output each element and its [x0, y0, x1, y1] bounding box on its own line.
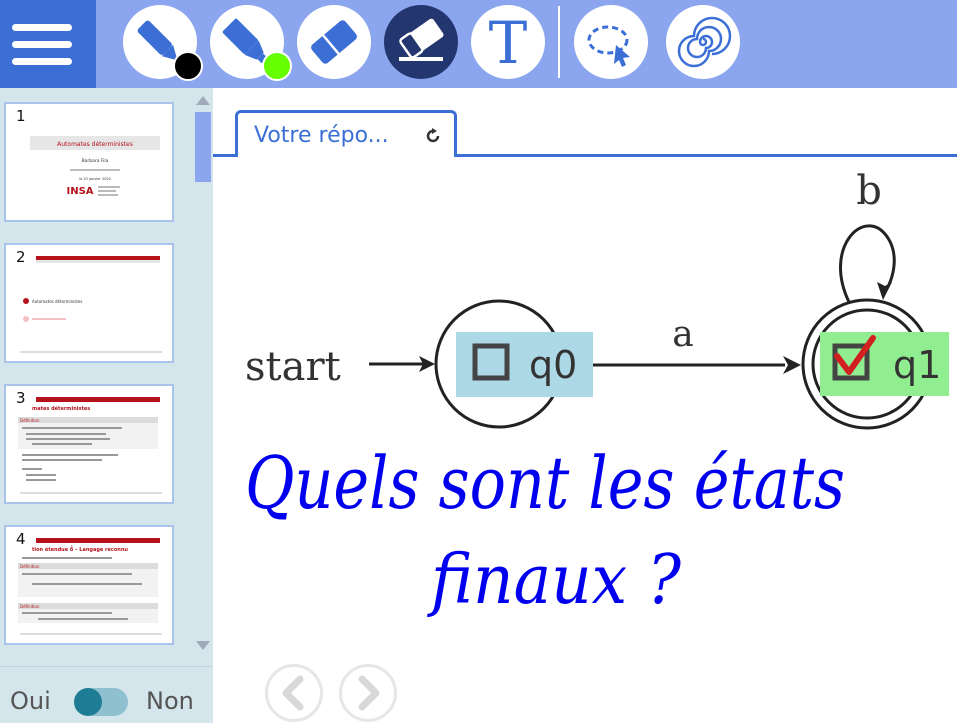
slide-preview-3: mates déterministes Définition — [18, 397, 162, 494]
slide-1-title: Automates déterministes — [57, 141, 133, 148]
menu-button[interactable] — [0, 0, 96, 88]
slide-sidebar: 1 Automates déterministes Barbara Fila l… — [0, 88, 213, 723]
toolbar: T — [0, 0, 957, 88]
slide-preview-1: Automates déterministes Barbara Fila le … — [30, 136, 160, 197]
main-panel: start q0 a q1 b Quels sont les états fin… — [213, 88, 957, 723]
text-tool-letter: T — [489, 9, 528, 77]
handwritten-question-line-2: finaux ? — [426, 541, 681, 620]
pen-color-swatch — [173, 51, 203, 81]
toggle-knob[interactable] — [74, 688, 102, 716]
pen-tool-button[interactable] — [123, 5, 203, 81]
previous-button[interactable] — [265, 664, 323, 722]
slide-4-heading-2: Définition — [20, 604, 40, 609]
highlighter-tool-button[interactable] — [210, 5, 292, 81]
chevron-left-icon — [282, 675, 304, 711]
slide-1-date: le 20 janvier 2020 — [79, 177, 111, 181]
eraser-icon — [399, 18, 444, 61]
transition-b-label: b — [856, 168, 882, 214]
eraser-tool-button[interactable] — [384, 5, 458, 79]
toolbar-separator — [558, 6, 560, 78]
slide-thumbnail-4[interactable]: 4 tion étendue δ̂ – Langage reconnu Défi… — [4, 525, 174, 645]
slide-preview-2: Automates déterministes — [20, 256, 162, 353]
scroll-up-icon[interactable] — [195, 94, 211, 106]
eraser-block-tool-button[interactable] — [297, 5, 371, 79]
refresh-icon[interactable] — [424, 127, 442, 145]
transition-a-label: a — [672, 314, 693, 355]
state-q0-name: q0 — [529, 343, 577, 387]
spiral-tool-button[interactable] — [666, 5, 740, 79]
state-q1-name: q1 — [893, 343, 941, 387]
lasso-select-tool-button[interactable] — [574, 5, 648, 79]
lasso-select-icon — [587, 25, 630, 67]
highlighter-color-swatch — [262, 51, 292, 81]
slide-thumbnail-3[interactable]: 3 mates déterministes Définition — [4, 384, 174, 504]
slide-3-title: mates déterministes — [32, 405, 90, 412]
slide-4-title: tion étendue δ̂ – Langage reconnu — [32, 546, 128, 553]
slide-thumbnail-1[interactable]: 1 Automates déterministes Barbara Fila l… — [4, 102, 174, 222]
slide-2-item: Automates déterministes — [32, 299, 82, 304]
slide-1-author: Barbara Fila — [82, 158, 109, 164]
slide-4-heading-1: Définition — [20, 564, 40, 569]
sidebar-scroll-thumb[interactable] — [195, 112, 211, 182]
slide-1-logo: INSA — [66, 186, 93, 197]
slide-3-heading: Définition — [20, 418, 40, 423]
slide-preview-4: tion étendue δ̂ – Langage reconnu Défini… — [18, 538, 162, 635]
toggle-label-oui: Oui — [10, 687, 51, 715]
spiral-icon — [677, 16, 732, 68]
drawing-canvas[interactable]: start q0 a q1 b Quels sont les états fin… — [213, 88, 957, 723]
handwritten-question-line-1: Quels sont les états — [245, 441, 845, 525]
answer-toggle-area: Oui Non — [0, 666, 213, 724]
tab-label: Votre répo... — [254, 123, 389, 148]
text-icon: T — [489, 9, 528, 77]
chevron-right-icon — [358, 675, 380, 711]
eraser-block-icon — [311, 20, 357, 64]
scroll-down-icon[interactable] — [195, 640, 211, 652]
text-tool-button[interactable]: T — [471, 5, 545, 79]
automaton-start-label: start — [245, 344, 341, 390]
tab-votre-reponse[interactable]: Votre répo... — [235, 110, 457, 157]
next-button[interactable] — [339, 664, 397, 722]
slide-thumbnail-2[interactable]: 2 Automates déterministes — [4, 243, 174, 363]
toggle-label-non: Non — [146, 687, 194, 715]
